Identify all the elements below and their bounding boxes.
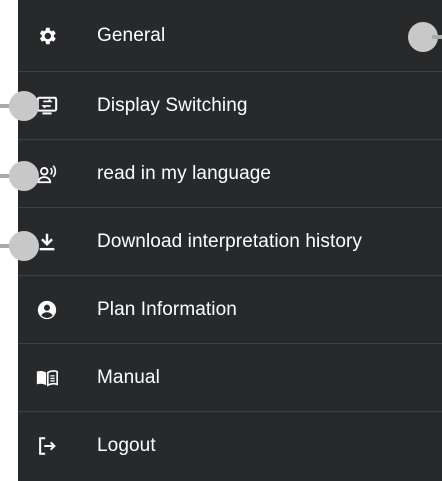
book-icon	[36, 367, 58, 389]
callout-dot-language	[9, 161, 39, 191]
gear-icon	[36, 25, 58, 47]
menu-item-plan-information[interactable]: Plan Information	[18, 276, 442, 344]
menu-item-display-switching[interactable]: Display Switching	[18, 72, 442, 140]
menu-item-label: Manual	[97, 366, 160, 388]
callout-line-general	[432, 35, 442, 39]
menu-item-label: Display Switching	[97, 94, 248, 116]
download-icon	[36, 231, 58, 253]
screenshot-stage: General Display Switching read in my lan…	[0, 0, 442, 481]
menu-item-manual[interactable]: Manual	[18, 344, 442, 412]
voice-icon	[36, 163, 58, 185]
menu-item-label: Logout	[97, 435, 156, 456]
menu-item-logout[interactable]: Logout	[18, 412, 442, 480]
menu-item-general[interactable]: General	[18, 0, 442, 72]
callout-dot-display	[9, 91, 39, 121]
display-switch-icon	[36, 95, 58, 117]
menu-item-download-interpretation-history[interactable]: Download interpretation history	[18, 208, 442, 276]
logout-icon	[36, 435, 58, 457]
callout-dot-download	[9, 231, 39, 261]
menu-item-read-in-my-language[interactable]: read in my language	[18, 140, 442, 208]
account-icon	[36, 299, 58, 321]
menu-item-label: General	[97, 24, 166, 46]
menu-item-label: Plan Information	[97, 298, 237, 320]
menu-item-label: read in my language	[97, 162, 272, 184]
menu-item-label: Download interpretation history	[97, 230, 363, 252]
settings-menu: General Display Switching read in my lan…	[18, 0, 442, 481]
